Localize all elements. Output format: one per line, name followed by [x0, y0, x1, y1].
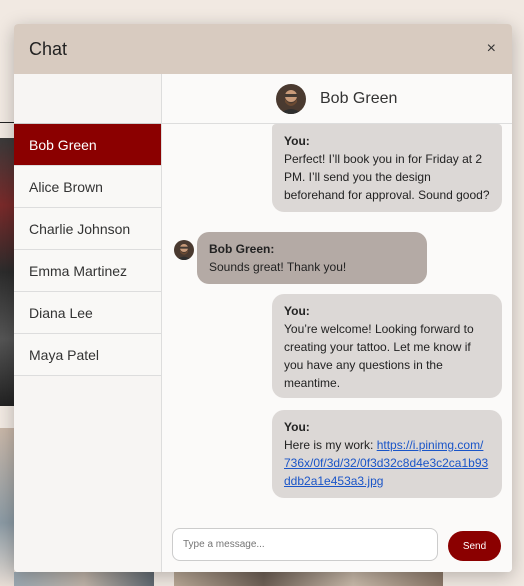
background-image: [14, 572, 154, 586]
message-text: Sounds great! Thank you!: [209, 260, 347, 274]
modal-body: Bob Green Alice Brown Charlie Johnson Em…: [14, 74, 512, 572]
contact-sidebar: Bob Green Alice Brown Charlie Johnson Em…: [14, 74, 162, 572]
message-bubble: You: Here is my work: https://i.pinimg.c…: [272, 410, 502, 498]
modal-header: Chat ×: [14, 24, 512, 74]
background-image: [0, 138, 14, 406]
chat-contact-name: Bob Green: [320, 89, 398, 107]
message-composer: Send: [162, 522, 512, 572]
contact-item-diana-lee[interactable]: Diana Lee: [14, 292, 161, 334]
background-divider: [0, 122, 14, 123]
message-sender: Bob Green:: [209, 242, 275, 256]
message-bubble: You: Perfect! I’ll book you in for Frida…: [272, 124, 502, 212]
background-image: [174, 572, 443, 586]
message-bubble: Bob Green: Sounds great! Thank you!: [197, 232, 427, 284]
message-text: You’re welcome! Looking forward to creat…: [284, 322, 474, 390]
chat-header: Bob Green: [162, 74, 512, 124]
modal-title: Chat: [29, 38, 68, 59]
avatar: [174, 240, 194, 260]
message-bubble: You: You’re welcome! Looking forward to …: [272, 294, 502, 398]
contact-item-alice-brown[interactable]: Alice Brown: [14, 166, 161, 208]
avatar: [276, 83, 306, 114]
sidebar-header: [14, 74, 161, 124]
chat-panel: Bob Green You: Perfect! I’ll book you in…: [162, 74, 512, 572]
contact-item-maya-patel[interactable]: Maya Patel: [14, 334, 161, 376]
message-text: Here is my work:: [284, 438, 377, 452]
contact-item-charlie-johnson[interactable]: Charlie Johnson: [14, 208, 161, 250]
close-icon[interactable]: ×: [487, 40, 496, 58]
message-sender: You:: [284, 420, 310, 434]
message-text: Perfect! I’ll book you in for Friday at …: [284, 152, 490, 202]
message-list: You: Perfect! I’ll book you in for Frida…: [162, 124, 512, 522]
message-sender: You:: [284, 134, 310, 148]
send-button[interactable]: Send: [448, 531, 501, 561]
contact-item-emma-martinez[interactable]: Emma Martinez: [14, 250, 161, 292]
contact-item-bob-green[interactable]: Bob Green: [14, 124, 161, 166]
chat-modal: Chat × Bob Green Alice Brown Charlie Joh…: [14, 24, 512, 572]
background-image: [0, 428, 14, 586]
message-input[interactable]: [172, 528, 438, 561]
message-sender: You:: [284, 304, 310, 318]
